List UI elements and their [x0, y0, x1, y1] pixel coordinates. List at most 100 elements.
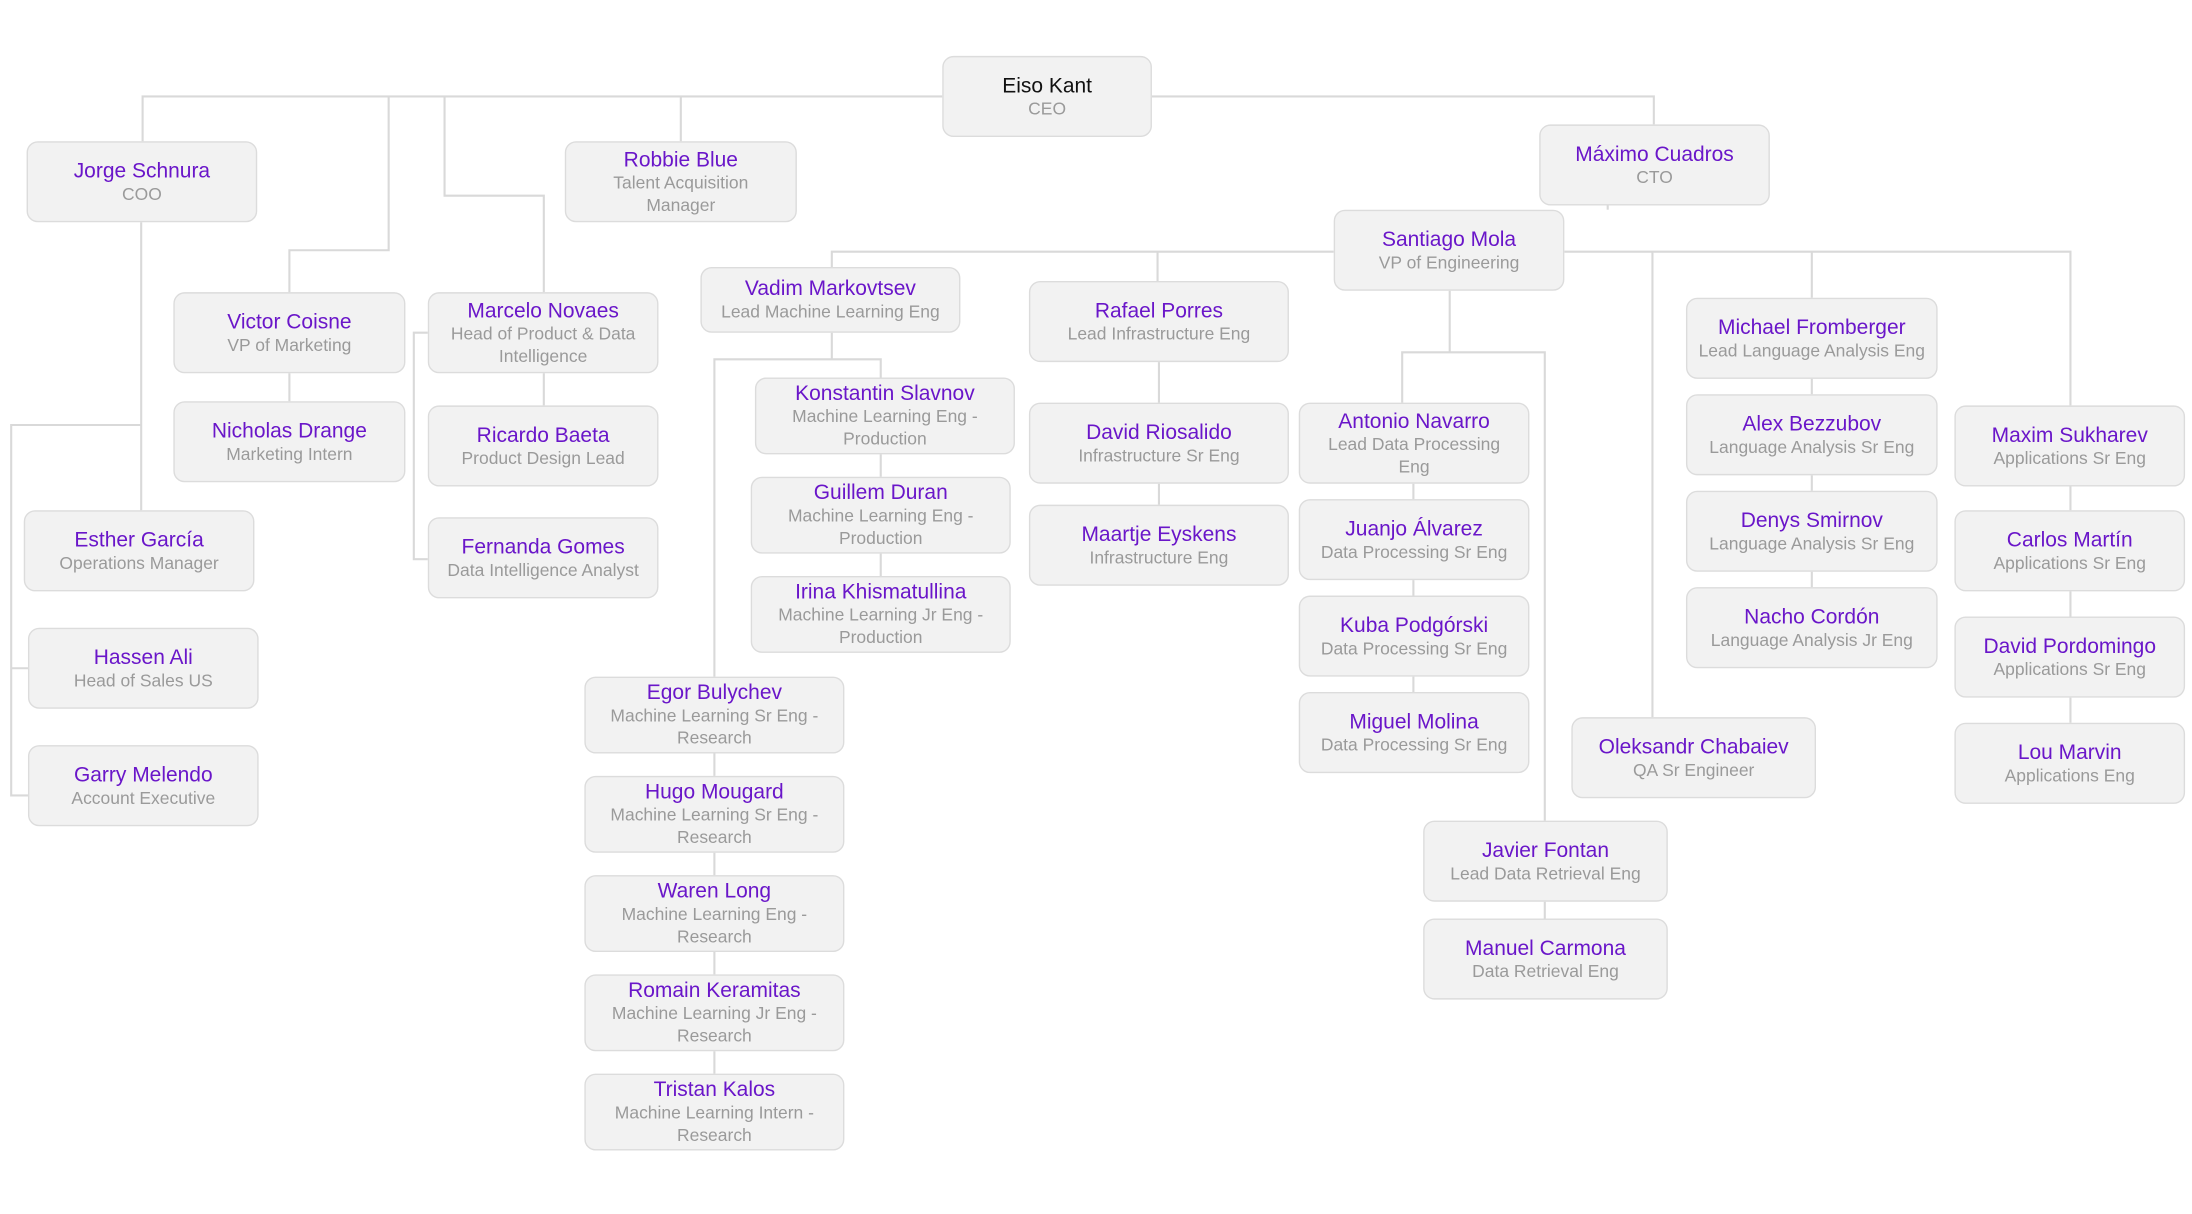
org-node-card[interactable]: Nicholas Drange Marketing Intern — [173, 401, 406, 483]
org-node-card[interactable]: Máximo Cuadros CTO — [1539, 124, 1770, 206]
org-node-card[interactable]: Hugo Mougard Machine Learning Sr Eng - Re… — [584, 775, 845, 853]
person-title: Data Retrieval Eng — [1472, 961, 1619, 981]
person-title: Head of Sales US — [73, 670, 213, 690]
person-title: Applications Sr Eng — [1993, 659, 2146, 679]
org-node-card[interactable]: Esther García Operations Manager — [23, 510, 255, 592]
org-node-card[interactable]: Nacho Cordón Language Analysis Jr Eng — [1685, 587, 1938, 669]
org-node-card[interactable]: Santiago Mola VP of Engineering — [1333, 209, 1565, 291]
person-title: Applications Sr Eng — [1993, 448, 2146, 468]
person-name: Carlos Martín — [2006, 527, 2133, 552]
org-node-card[interactable]: Rafael Porres Lead Infrastructure Eng — [1028, 280, 1289, 363]
person-title: Data Processing Sr Eng — [1320, 541, 1508, 562]
person-name: Garry Melendo — [73, 762, 213, 787]
person-title: Product Design Lead — [461, 448, 625, 468]
person-title: CTO — [1636, 167, 1673, 187]
org-node-card[interactable]: Marcelo Novaes Head of Product & Data Int… — [427, 292, 659, 374]
person-title: VP of Marketing — [227, 334, 352, 355]
org-node-card[interactable]: Hassen Ali Head of Sales US — [27, 627, 259, 709]
org-node-card[interactable]: Lou Marvin Applications Eng — [1954, 722, 2186, 804]
person-name: Waren Long — [657, 879, 772, 904]
org-node-card[interactable]: David Pordomingo Applications Sr Eng — [1954, 616, 2186, 698]
org-node-card[interactable]: Jorge Schnura COO — [26, 141, 258, 223]
person-name: Ricardo Baeta — [476, 422, 610, 447]
person-name: Konstantin Slavnov — [795, 381, 975, 406]
person-title: Lead Machine Learning Eng — [721, 301, 940, 322]
person-title: Data Processing Sr Eng — [1320, 734, 1508, 755]
org-node-card[interactable]: Oleksandr Chabaiev QA Sr Engineer — [1571, 717, 1817, 799]
person-title: Head of Product & Data Intelligence — [450, 323, 636, 366]
org-chart: Eiso Kant CEO Jorge Schnura COO Robbie Blue T… — [0, 0, 2192, 1213]
person-title: Lead Data Processing Eng — [1328, 434, 1501, 477]
person-title: Applications Eng — [2004, 765, 2135, 785]
org-node-card[interactable]: Antonio Navarro Lead Data Processing Eng — [1298, 402, 1530, 484]
person-name: Rafael Porres — [1094, 298, 1224, 323]
person-name: Jorge Schnura — [73, 158, 211, 183]
person-title: Language Analysis Sr Eng — [1709, 436, 1915, 457]
org-node-card[interactable]: Kuba Podgórski Data Processing Sr Eng — [1298, 595, 1530, 677]
org-node-card[interactable]: Guillem Duran Machine Learning Eng - Prod… — [750, 476, 1011, 554]
person-title: VP of Engineering — [1378, 252, 1520, 272]
org-node-card[interactable]: Maartje Eyskens Infrastructure Eng — [1028, 504, 1289, 586]
org-node-card[interactable]: Egor Bulychev Machine Learning Sr Eng - R… — [584, 676, 845, 754]
org-node-card[interactable]: Carlos Martín Applications Sr Eng — [1954, 510, 2186, 592]
person-title: CEO — [1028, 98, 1067, 119]
person-name: Robbie Blue — [623, 147, 738, 172]
person-title: Machine Learning Eng - Production — [787, 506, 974, 549]
person-name: Maxim Sukharev — [1991, 422, 2148, 447]
person-title: Talent Acquisition Manager — [613, 172, 749, 215]
org-node-card[interactable]: Michael Fromberger Lead Language Analysis… — [1685, 297, 1938, 379]
person-name: Javier Fontan — [1481, 838, 1610, 862]
person-name: Juanjo Álvarez — [1345, 516, 1483, 541]
person-title: Machine Learning Intern - Research — [614, 1103, 814, 1145]
person-name: Hugo Mougard — [645, 780, 784, 804]
person-name: David Riosalido — [1086, 420, 1232, 444]
person-name: Nicholas Drange — [211, 418, 367, 443]
person-name: Maartje Eyskens — [1081, 522, 1237, 546]
person-name: Marcelo Novaes — [467, 298, 619, 323]
org-node-card[interactable]: Victor Coisne VP of Marketing — [173, 292, 406, 374]
org-node-card[interactable]: Garry Melendo Account Executive — [27, 745, 259, 827]
org-node-card[interactable]: Denys Smirnov Language Analysis Sr Eng — [1685, 490, 1938, 572]
org-node-card[interactable]: Fernanda Gomes Data Intelligence Analyst — [427, 517, 659, 599]
person-name: Santiago Mola — [1381, 227, 1517, 251]
person-name: Lou Marvin — [2017, 740, 2122, 765]
org-node-card[interactable]: Tristan Kalos Machine Learning Intern - R… — [584, 1073, 845, 1151]
org-node-card[interactable]: Juanjo Álvarez Data Processing Sr Eng — [1298, 499, 1530, 581]
org-node-card[interactable]: Alex Bezzubov Language Analysis Sr Eng — [1685, 394, 1938, 476]
org-node-card[interactable]: Eiso Kant CEO — [942, 55, 1152, 138]
person-name: Romain Keramitas — [628, 978, 801, 1003]
person-name: Máximo Cuadros — [1575, 141, 1734, 166]
person-title: Infrastructure Eng — [1089, 547, 1229, 567]
person-title: Language Analysis Sr Eng — [1709, 533, 1915, 553]
org-node-card[interactable]: Robbie Blue Talent Acquisition Manager — [564, 141, 797, 223]
org-node-card[interactable]: Romain Keramitas Machine Learning Jr Eng … — [584, 974, 845, 1052]
person-name: Fernanda Gomes — [461, 534, 625, 559]
org-node-card[interactable]: Konstantin Slavnov Machine Learning Eng -… — [754, 377, 1015, 455]
org-node-card[interactable]: Waren Long Machine Learning Eng - Researc… — [584, 875, 845, 953]
person-title: Machine Learning Eng - Research — [621, 904, 808, 947]
person-name: Antonio Navarro — [1338, 408, 1490, 433]
org-node-card[interactable]: Vadim Markovtsev Lead Machine Learning En… — [700, 267, 961, 333]
person-name: Alex Bezzubov — [1742, 411, 1882, 436]
person-name: Kuba Podgórski — [1340, 613, 1489, 637]
person-title: Machine Learning Sr Eng - Research — [610, 705, 819, 748]
org-node-card[interactable]: Miguel Molina Data Processing Sr Eng — [1298, 692, 1530, 774]
person-name: Victor Coisne — [227, 309, 352, 334]
person-title: Operations Manager — [59, 552, 219, 573]
person-name: Miguel Molina — [1349, 709, 1479, 734]
org-node-card[interactable]: Irina Khismatullina Machine Learning Jr E… — [750, 575, 1011, 653]
person-title: QA Sr Engineer — [1632, 759, 1755, 780]
person-name: Denys Smirnov — [1740, 508, 1883, 532]
org-node-card[interactable]: Maxim Sukharev Applications Sr Eng — [1954, 405, 2186, 487]
person-title: Lead Infrastructure Eng — [1067, 323, 1251, 344]
person-title: Machine Learning Eng - Production — [792, 406, 978, 449]
person-name: Manuel Carmona — [1465, 935, 1626, 960]
person-name: Tristan Kalos — [653, 1077, 776, 1102]
person-title: Language Analysis Jr Eng — [1710, 629, 1913, 650]
org-node-card[interactable]: Manuel Carmona Data Retrieval Eng — [1423, 918, 1668, 1000]
org-node-card[interactable]: Ricardo Baeta Product Design Lead — [427, 405, 659, 487]
org-node-card[interactable]: Javier Fontan Lead Data Retrieval Eng — [1423, 820, 1668, 902]
person-name: Oleksandr Chabaiev — [1598, 734, 1789, 759]
org-node-card[interactable]: David Riosalido Infrastructure Sr Eng — [1028, 402, 1289, 484]
person-name: Michael Fromberger — [1717, 315, 1906, 340]
